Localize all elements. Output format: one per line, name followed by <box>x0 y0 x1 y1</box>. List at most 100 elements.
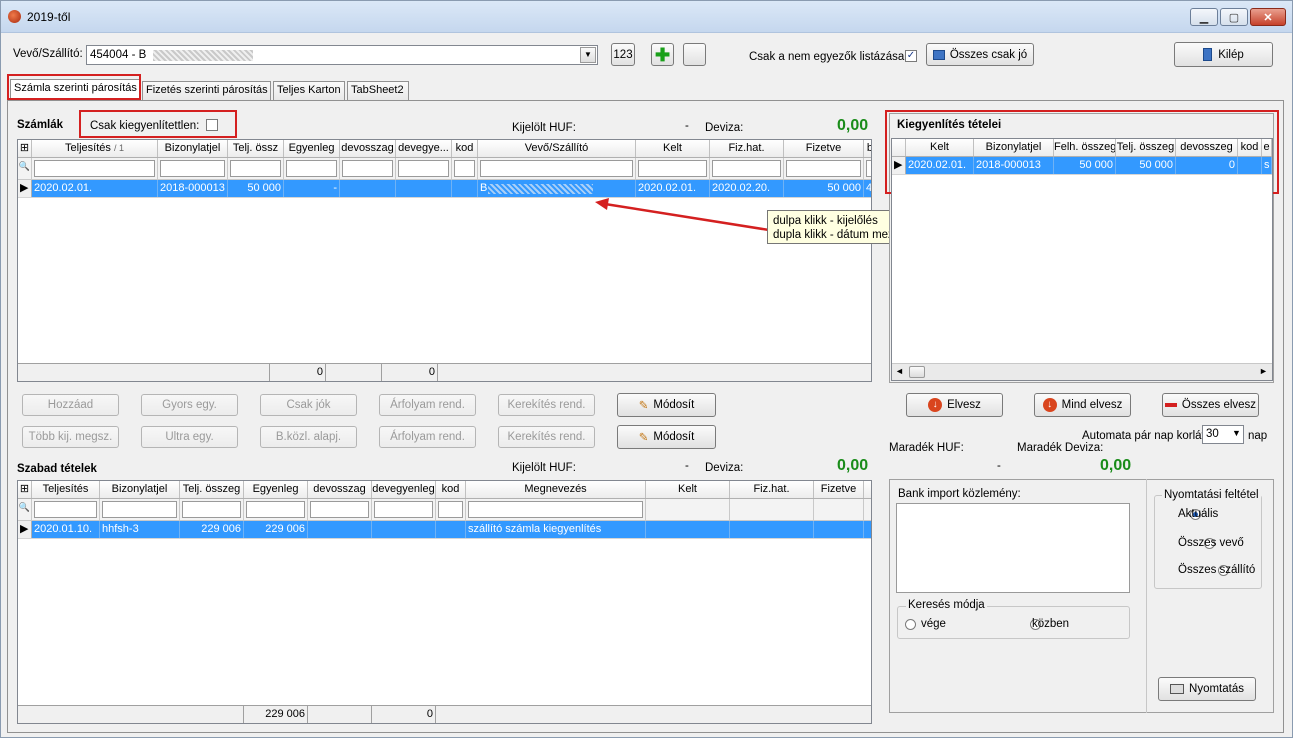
filter-telj-osszeg[interactable] <box>182 501 241 518</box>
arfolyam-rend-button-1[interactable]: Árfolyam rend. <box>379 394 476 416</box>
kiegyenlites-grid[interactable]: Kelt Bizonylatjel Felh. összeg Telj. öss… <box>891 138 1273 381</box>
filter-teljesites[interactable] <box>34 501 97 518</box>
col-devegyenleg[interactable]: devegye... <box>396 140 452 157</box>
col-e[interactable]: e <box>1262 139 1272 156</box>
hozzaad-button[interactable]: Hozzáad <box>22 394 119 416</box>
filter-egyenleg[interactable] <box>286 160 337 177</box>
col-teljesites[interactable]: Teljesítés / 1 <box>32 140 158 157</box>
ultra-egy-button[interactable]: Ultra egy. <box>141 426 238 448</box>
filter-teljesites[interactable] <box>34 160 155 177</box>
filter-telj-ossz[interactable] <box>230 160 281 177</box>
tobb-kij-megsz-button[interactable]: Több kij. megsz. <box>22 426 119 448</box>
col-telj-osszeg[interactable]: Telj. összeg <box>1116 139 1176 156</box>
col-devosszeg[interactable]: devosszeg <box>1176 139 1238 156</box>
filter-devosszag[interactable] <box>342 160 393 177</box>
col-devegyenleg[interactable]: devegyenleg <box>372 481 436 498</box>
kereses-vege-radio[interactable] <box>905 619 916 630</box>
minimize-button[interactable]: ▁ <box>1190 8 1218 26</box>
col-devosszag[interactable]: devosszag <box>340 140 396 157</box>
filter-vevo-szallito[interactable] <box>480 160 633 177</box>
szabad-deviza-value: 0,00 <box>837 457 869 474</box>
filter-bizonylatjel[interactable] <box>160 160 225 177</box>
col-megnevezes[interactable]: Megnevezés <box>466 481 646 498</box>
col-bizonylatjel[interactable]: Bizonylatjel <box>158 140 228 157</box>
osszes-csak-jo-button[interactable]: Összes csak jó <box>926 43 1034 66</box>
csak-nem-egyezok-checkbox[interactable]: ✓ <box>905 50 917 62</box>
column-chooser-icon[interactable]: ⊞ <box>18 481 32 498</box>
filter-bizonylatjel[interactable] <box>102 501 177 518</box>
osszes-elvesz-button[interactable]: Összes elvesz <box>1162 393 1259 417</box>
bank-import-textarea[interactable] <box>896 503 1130 593</box>
col-teljesites[interactable]: Teljesítés <box>32 481 100 498</box>
col-fiz-hat[interactable]: Fiz.hat. <box>710 140 784 157</box>
maximize-button[interactable]: ▢ <box>1220 8 1248 26</box>
elvesz-button[interactable]: ↓ Elvesz <box>906 393 1003 417</box>
tab-teljes-karton[interactable]: Teljes Karton <box>273 81 345 100</box>
filter-devegyenleg[interactable] <box>374 501 433 518</box>
scroll-right-icon[interactable]: ► <box>1259 366 1268 376</box>
col-fizetve[interactable]: Fizetve <box>814 481 864 498</box>
vevo-dropdown-button[interactable]: ▼ <box>580 47 596 63</box>
table-row[interactable]: ▶ 2020.02.01. 2018-000013 50 000 50 000 … <box>892 157 1272 175</box>
col-fizetve[interactable]: Fizetve <box>784 140 864 157</box>
szabad-grid[interactable]: ⊞ Teljesítés Bizonylatjel Telj. összeg E… <box>17 480 872 724</box>
csak-kiegyenlitetlen-checkbox[interactable] <box>206 119 218 131</box>
bkozl-alapj-button[interactable]: B.közl. alapj. <box>260 426 357 448</box>
edit-pencil-icon: ✎ <box>638 432 649 444</box>
tab-tabsheet2[interactable]: TabSheet2 <box>347 81 409 100</box>
filter-kod[interactable] <box>438 501 463 518</box>
col-egyenleg[interactable]: Egyenleg <box>284 140 340 157</box>
kilep-button[interactable]: Kilép <box>1174 42 1273 67</box>
filter-egyenleg[interactable] <box>246 501 305 518</box>
scroll-thumb[interactable] <box>909 366 925 378</box>
filter-megnevezes[interactable] <box>468 501 643 518</box>
automata-select[interactable]: 30 ▼ <box>1202 425 1244 444</box>
title-bar[interactable]: 2019-től ▁ ▢ ✕ <box>1 1 1292 33</box>
close-window-button[interactable]: ✕ <box>1250 8 1286 26</box>
button-123[interactable]: 123 <box>611 43 635 66</box>
mind-elvesz-button[interactable]: ↓ Mind elvesz <box>1034 393 1131 417</box>
col-vevo-szallito[interactable]: Vevő/Szállító <box>478 140 636 157</box>
col-bizonylatjel[interactable]: Bizonylatjel <box>100 481 180 498</box>
maradek-deviza-value: 0,00 <box>1100 457 1132 474</box>
filter-devegyenleg[interactable] <box>398 160 449 177</box>
col-kod[interactable]: kod <box>452 140 478 157</box>
filter-b[interactable] <box>866 160 871 177</box>
filter-kelt[interactable] <box>638 160 707 177</box>
col-bizonylatjel[interactable]: Bizonylatjel <box>974 139 1054 156</box>
kerekites-rend-button-1[interactable]: Kerekítés rend. <box>498 394 595 416</box>
empty-button[interactable] <box>683 43 706 66</box>
szamlak-grid[interactable]: ⊞ Teljesítés / 1 Bizonylatjel Telj. össz… <box>17 139 872 382</box>
kerekites-rend-button-2[interactable]: Kerekítés rend. <box>498 426 595 448</box>
gyors-egy-button[interactable]: Gyors egy. <box>141 394 238 416</box>
vevo-select[interactable]: 454004 - B ▼ <box>86 45 598 65</box>
col-egyenleg[interactable]: Egyenleg <box>244 481 308 498</box>
col-telj-osszeg[interactable]: Telj. összeg <box>180 481 244 498</box>
add-button[interactable]: ✚ <box>651 43 674 66</box>
filter-devosszag[interactable] <box>310 501 369 518</box>
filter-kod[interactable] <box>454 160 475 177</box>
filter-fiz-hat[interactable] <box>712 160 781 177</box>
col-b[interactable]: b. <box>864 140 871 157</box>
table-row[interactable]: ▶ 2020.01.10. hhfsh-3 229 006 229 006 sz… <box>18 521 871 539</box>
tab-fizetes-szerinti[interactable]: Fizetés szerinti párosítás <box>142 81 271 100</box>
col-felh-osszeg[interactable]: Felh. összeg <box>1054 139 1116 156</box>
col-kelt[interactable]: Kelt <box>636 140 710 157</box>
nyomtatasi-osszes-vevo-label: Összes vevő <box>1178 537 1244 549</box>
scroll-left-icon[interactable]: ◄ <box>895 366 904 376</box>
csak-jok-button[interactable]: Csak jók <box>260 394 357 416</box>
col-kelt[interactable]: Kelt <box>646 481 730 498</box>
column-chooser-icon[interactable]: ⊞ <box>18 140 32 157</box>
col-fiz-hat[interactable]: Fiz.hat. <box>730 481 814 498</box>
modosit-button-1[interactable]: ✎ Módosít <box>617 393 716 417</box>
col-devosszag[interactable]: devosszag <box>308 481 372 498</box>
filter-fizetve[interactable] <box>786 160 861 177</box>
col-kod[interactable]: kod <box>1238 139 1262 156</box>
arfolyam-rend-button-2[interactable]: Árfolyam rend. <box>379 426 476 448</box>
col-telj-ossz[interactable]: Telj. össz <box>228 140 284 157</box>
horizontal-scrollbar[interactable]: ◄ ► <box>892 363 1272 380</box>
modosit-button-2[interactable]: ✎ Módosít <box>617 425 716 449</box>
col-kod[interactable]: kod <box>436 481 466 498</box>
nyomtatas-button[interactable]: Nyomtatás <box>1158 677 1256 701</box>
col-kelt[interactable]: Kelt <box>906 139 974 156</box>
